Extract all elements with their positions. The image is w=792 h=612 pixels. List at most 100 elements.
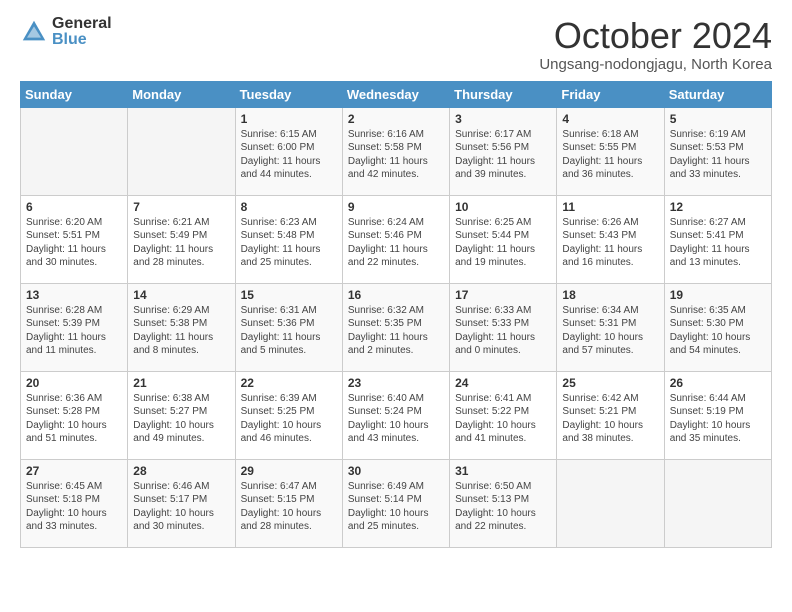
day-info: Sunrise: 6:44 AMSunset: 5:19 PMDaylight:…	[670, 392, 766, 446]
calendar-cell: 6 Sunrise: 6:20 AMSunset: 5:51 PMDaylight…	[21, 195, 128, 283]
header-wednesday: Wednesday	[342, 81, 449, 107]
calendar-cell: 28 Sunrise: 6:46 AMSunset: 5:17 PMDayligh…	[128, 459, 235, 547]
calendar-cell	[128, 107, 235, 195]
day-number: 16	[348, 288, 444, 302]
calendar-cell: 27 Sunrise: 6:45 AMSunset: 5:18 PMDayligh…	[21, 459, 128, 547]
day-info: Sunrise: 6:20 AMSunset: 5:51 PMDaylight:…	[26, 216, 122, 270]
title-section: October 2024 Ungsang-nodongjagu, North K…	[539, 16, 772, 73]
calendar-cell: 2 Sunrise: 6:16 AMSunset: 5:58 PMDaylight…	[342, 107, 449, 195]
header-tuesday: Tuesday	[235, 81, 342, 107]
calendar-cell: 11 Sunrise: 6:26 AMSunset: 5:43 PMDayligh…	[557, 195, 664, 283]
logo: General Blue	[20, 16, 112, 48]
day-info: Sunrise: 6:24 AMSunset: 5:46 PMDaylight:…	[348, 216, 444, 270]
day-number: 1	[241, 112, 337, 126]
calendar-cell: 1Sunrise: 6:15 AMSunset: 6:00 PMDaylight…	[235, 107, 342, 195]
calendar-cell	[664, 459, 771, 547]
calendar-week-0: 1Sunrise: 6:15 AMSunset: 6:00 PMDaylight…	[21, 107, 772, 195]
calendar-cell: 25Sunrise: 6:42 AMSunset: 5:21 PMDayligh…	[557, 371, 664, 459]
day-number: 30	[348, 464, 444, 478]
day-number: 22	[241, 376, 337, 390]
day-info: Sunrise: 6:33 AMSunset: 5:33 PMDaylight:…	[455, 304, 551, 358]
day-number: 11	[562, 200, 658, 214]
day-number: 25	[562, 376, 658, 390]
calendar-cell	[557, 459, 664, 547]
calendar-cell: 19Sunrise: 6:35 AMSunset: 5:30 PMDayligh…	[664, 283, 771, 371]
calendar-cell: 14Sunrise: 6:29 AMSunset: 5:38 PMDayligh…	[128, 283, 235, 371]
calendar-cell: 15 Sunrise: 6:31 AMSunset: 5:36 PMDayligh…	[235, 283, 342, 371]
header-row: Sunday Monday Tuesday Wednesday Thursday…	[21, 81, 772, 107]
day-number: 31	[455, 464, 551, 478]
calendar-cell: 29 Sunrise: 6:47 AMSunset: 5:15 PMDayligh…	[235, 459, 342, 547]
day-number: 17	[455, 288, 551, 302]
day-info: Sunrise: 6:40 AMSunset: 5:24 PMDaylight:…	[348, 392, 444, 446]
day-info: Sunrise: 6:49 AMSunset: 5:14 PMDaylight:…	[348, 480, 444, 534]
calendar-cell: 7Sunrise: 6:21 AMSunset: 5:49 PMDaylight…	[128, 195, 235, 283]
header-sunday: Sunday	[21, 81, 128, 107]
calendar-week-4: 27 Sunrise: 6:45 AMSunset: 5:18 PMDayligh…	[21, 459, 772, 547]
calendar-cell: 23Sunrise: 6:40 AMSunset: 5:24 PMDayligh…	[342, 371, 449, 459]
day-info: Sunrise: 6:19 AMSunset: 5:53 PMDaylight:…	[670, 128, 766, 182]
calendar-cell: 21Sunrise: 6:38 AMSunset: 5:27 PMDayligh…	[128, 371, 235, 459]
day-info: Sunrise: 6:50 AMSunset: 5:13 PMDaylight:…	[455, 480, 551, 534]
calendar-table: Sunday Monday Tuesday Wednesday Thursday…	[20, 81, 772, 548]
calendar-cell: 31 Sunrise: 6:50 AMSunset: 5:13 PMDayligh…	[450, 459, 557, 547]
day-number: 10	[455, 200, 551, 214]
header: General Blue October 2024 Ungsang-nodong…	[20, 16, 772, 73]
day-number: 21	[133, 376, 229, 390]
calendar-cell: 20 Sunrise: 6:36 AMSunset: 5:28 PMDayligh…	[21, 371, 128, 459]
header-friday: Friday	[557, 81, 664, 107]
day-number: 7	[133, 200, 229, 214]
day-info: Sunrise: 6:32 AMSunset: 5:35 PMDaylight:…	[348, 304, 444, 358]
day-info: Sunrise: 6:36 AMSunset: 5:28 PMDaylight:…	[26, 392, 122, 446]
day-info: Sunrise: 6:47 AMSunset: 5:15 PMDaylight:…	[241, 480, 337, 534]
logo-text: General Blue	[52, 16, 112, 48]
day-info: Sunrise: 6:17 AMSunset: 5:56 PMDaylight:…	[455, 128, 551, 182]
header-thursday: Thursday	[450, 81, 557, 107]
day-number: 5	[670, 112, 766, 126]
day-number: 14	[133, 288, 229, 302]
day-number: 6	[26, 200, 122, 214]
day-info: Sunrise: 6:27 AMSunset: 5:41 PMDaylight:…	[670, 216, 766, 270]
day-info: Sunrise: 6:31 AMSunset: 5:36 PMDaylight:…	[241, 304, 337, 358]
day-number: 3	[455, 112, 551, 126]
calendar-cell: 5 Sunrise: 6:19 AMSunset: 5:53 PMDaylight…	[664, 107, 771, 195]
calendar-cell: 10Sunrise: 6:25 AMSunset: 5:44 PMDayligh…	[450, 195, 557, 283]
day-info: Sunrise: 6:26 AMSunset: 5:43 PMDaylight:…	[562, 216, 658, 270]
calendar-cell: 26Sunrise: 6:44 AMSunset: 5:19 PMDayligh…	[664, 371, 771, 459]
day-info: Sunrise: 6:45 AMSunset: 5:18 PMDaylight:…	[26, 480, 122, 534]
day-number: 24	[455, 376, 551, 390]
day-info: Sunrise: 6:28 AMSunset: 5:39 PMDaylight:…	[26, 304, 122, 358]
calendar-cell: 17 Sunrise: 6:33 AMSunset: 5:33 PMDayligh…	[450, 283, 557, 371]
logo-icon	[20, 18, 48, 46]
month-title: October 2024	[539, 16, 772, 56]
day-info: Sunrise: 6:46 AMSunset: 5:17 PMDaylight:…	[133, 480, 229, 534]
day-info: Sunrise: 6:35 AMSunset: 5:30 PMDaylight:…	[670, 304, 766, 358]
day-number: 8	[241, 200, 337, 214]
day-number: 29	[241, 464, 337, 478]
calendar-cell: 8 Sunrise: 6:23 AMSunset: 5:48 PMDaylight…	[235, 195, 342, 283]
day-info: Sunrise: 6:39 AMSunset: 5:25 PMDaylight:…	[241, 392, 337, 446]
calendar-cell: 12 Sunrise: 6:27 AMSunset: 5:41 PMDayligh…	[664, 195, 771, 283]
calendar-week-1: 6 Sunrise: 6:20 AMSunset: 5:51 PMDaylight…	[21, 195, 772, 283]
day-number: 2	[348, 112, 444, 126]
day-number: 27	[26, 464, 122, 478]
calendar-week-2: 13Sunrise: 6:28 AMSunset: 5:39 PMDayligh…	[21, 283, 772, 371]
day-number: 20	[26, 376, 122, 390]
calendar-cell: 16 Sunrise: 6:32 AMSunset: 5:35 PMDayligh…	[342, 283, 449, 371]
header-monday: Monday	[128, 81, 235, 107]
day-info: Sunrise: 6:16 AMSunset: 5:58 PMDaylight:…	[348, 128, 444, 182]
day-number: 15	[241, 288, 337, 302]
calendar-cell: 18Sunrise: 6:34 AMSunset: 5:31 PMDayligh…	[557, 283, 664, 371]
day-number: 4	[562, 112, 658, 126]
calendar-week-3: 20 Sunrise: 6:36 AMSunset: 5:28 PMDayligh…	[21, 371, 772, 459]
calendar-cell: 4 Sunrise: 6:18 AMSunset: 5:55 PMDaylight…	[557, 107, 664, 195]
calendar-cell: 9Sunrise: 6:24 AMSunset: 5:46 PMDaylight…	[342, 195, 449, 283]
page: General Blue October 2024 Ungsang-nodong…	[0, 0, 792, 612]
logo-general-text: General	[52, 16, 112, 32]
day-number: 28	[133, 464, 229, 478]
day-number: 12	[670, 200, 766, 214]
day-info: Sunrise: 6:23 AMSunset: 5:48 PMDaylight:…	[241, 216, 337, 270]
calendar-body: 1Sunrise: 6:15 AMSunset: 6:00 PMDaylight…	[21, 107, 772, 547]
header-saturday: Saturday	[664, 81, 771, 107]
day-info: Sunrise: 6:18 AMSunset: 5:55 PMDaylight:…	[562, 128, 658, 182]
